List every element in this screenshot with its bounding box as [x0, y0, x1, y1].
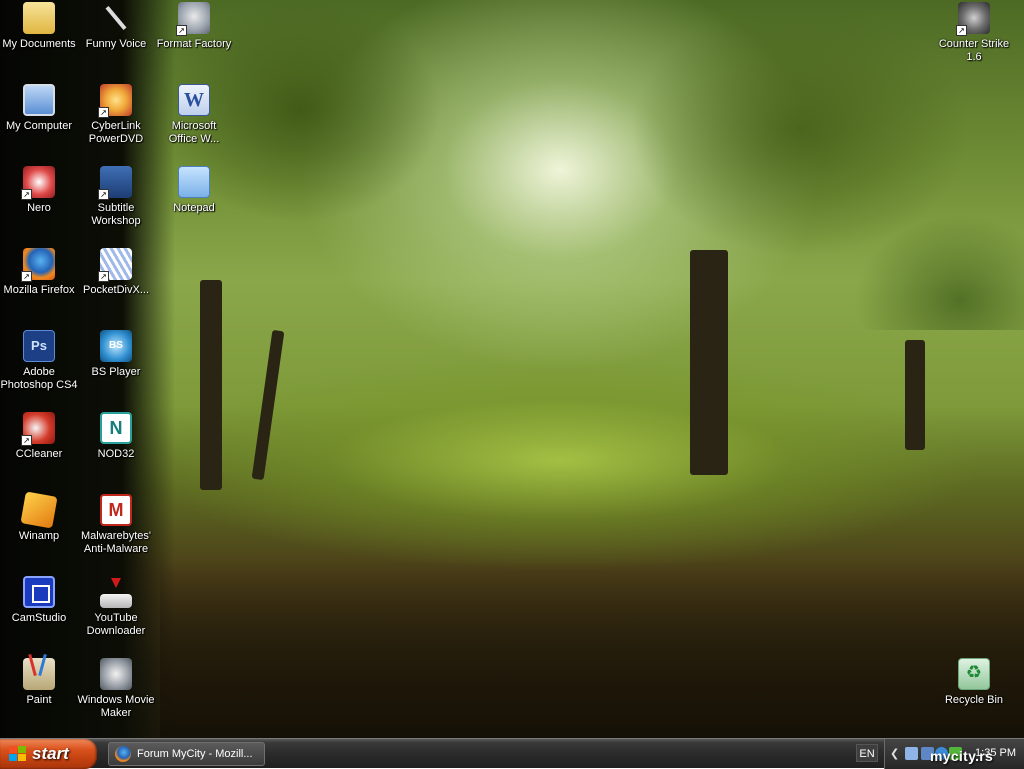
nero-icon: ↗ [21, 166, 55, 200]
desktop-icon-recycle-bin[interactable]: Recycle Bin [934, 658, 1014, 707]
icon-label: CamStudio [11, 612, 67, 624]
desktop-icon-funny-voice[interactable]: Funny Voice [76, 2, 156, 51]
counter-strike-icon: ↗ [956, 2, 990, 36]
word-icon: W [178, 84, 210, 116]
windows-logo-icon [9, 746, 27, 762]
icon-label: Counter Strike 1.6 [938, 38, 1010, 63]
desktop-icon-bs-player[interactable]: BS BS Player [76, 330, 156, 379]
shortcut-arrow-icon: ↗ [98, 271, 109, 282]
icon-label: BS Player [91, 366, 141, 378]
desktop-icon-mozilla-firefox[interactable]: ↗ Mozilla Firefox [0, 248, 79, 297]
desktop-icon-microsoft-office-word[interactable]: W Microsoft Office W... [154, 84, 234, 146]
desktop-icon-my-documents[interactable]: My Documents [0, 2, 79, 51]
icon-label: Recycle Bin [944, 694, 1004, 706]
icon-label: Adobe Photoshop CS4 [0, 366, 78, 391]
desktop-icon-ccleaner[interactable]: ↗ CCleaner [0, 412, 79, 461]
desktop-icon-adobe-photoshop[interactable]: Ps Adobe Photoshop CS4 [0, 330, 79, 392]
start-button[interactable]: start [0, 739, 97, 769]
shortcut-arrow-icon: ↗ [176, 25, 187, 36]
winamp-icon [20, 491, 58, 529]
shortcut-arrow-icon: ↗ [98, 107, 109, 118]
desktop-icon-cyberlink-powerdvd[interactable]: ↗ CyberLink PowerDVD [76, 84, 156, 146]
icon-label: Winamp [18, 530, 60, 542]
icon-label: CCleaner [15, 448, 63, 460]
ccleaner-icon: ↗ [21, 412, 55, 446]
shortcut-arrow-icon: ↗ [21, 271, 32, 282]
subtitle-workshop-icon: ↗ [98, 166, 132, 200]
shortcut-arrow-icon: ↗ [956, 25, 967, 36]
watermark-text: mycity.rs [930, 748, 994, 764]
start-label: start [32, 744, 69, 763]
icon-label: Microsoft Office W... [168, 120, 220, 145]
firefox-icon: ↗ [21, 248, 55, 282]
desktop-icon-youtube-downloader[interactable]: YouTube Downloader [76, 576, 156, 638]
wallpaper-tree-trunk [690, 250, 728, 475]
icon-label: Nero [27, 202, 51, 214]
shortcut-arrow-icon: ↗ [21, 189, 32, 200]
powerdvd-icon: ↗ [98, 84, 132, 118]
network-icon[interactable] [905, 747, 918, 760]
malwarebytes-icon: M [100, 494, 132, 526]
recycle-bin-icon [958, 658, 990, 690]
icon-label: Windows Movie Maker [77, 694, 155, 719]
shortcut-arrow-icon: ↗ [98, 189, 109, 200]
icon-label: PocketDivX... [82, 284, 150, 296]
computer-icon [23, 84, 55, 116]
icon-label: My Documents [2, 38, 76, 50]
icon-label: Paint [26, 694, 52, 706]
nod32-icon: N [100, 412, 132, 444]
show-hidden-icons-chevron-icon[interactable]: ❮ [890, 747, 899, 760]
bsplayer-icon: BS [100, 330, 132, 362]
icon-label: Notepad [173, 202, 215, 214]
desktop-icon-windows-movie-maker[interactable]: Windows Movie Maker [76, 658, 156, 720]
desktop-icon-nod32[interactable]: N NOD32 [76, 412, 156, 461]
firefox-icon [115, 746, 131, 762]
youtube-downloader-icon [100, 578, 132, 608]
icon-label: Mozilla Firefox [3, 284, 75, 296]
desktop-icon-pocketdivx[interactable]: ↗ PocketDivX... [76, 248, 156, 297]
shortcut-arrow-icon: ↗ [21, 435, 32, 446]
wallpaper-tree-trunk [251, 329, 285, 481]
wallpaper-tree-trunk [200, 280, 222, 490]
icon-label: Subtitle Workshop [91, 202, 141, 227]
icon-label: NOD32 [97, 448, 135, 460]
folder-icon [23, 2, 55, 34]
desktop-icon-notepad[interactable]: Notepad [154, 166, 234, 215]
wallpaper-foreground-shadow [160, 560, 1024, 738]
taskbar-button-firefox[interactable]: Forum MyCity - Mozill... [108, 742, 265, 766]
desktop-icon-counter-strike[interactable]: ↗ Counter Strike 1.6 [934, 2, 1014, 64]
desktop-icon-my-computer[interactable]: My Computer [0, 84, 79, 133]
pocketdivx-icon: ↗ [98, 248, 132, 282]
icon-label: YouTube Downloader [86, 612, 146, 637]
microphone-icon [100, 2, 132, 34]
movie-maker-icon [100, 658, 132, 690]
wallpaper-tree-trunk [905, 340, 925, 450]
language-indicator[interactable]: EN [856, 744, 878, 762]
desktop-icon-malwarebytes[interactable]: M Malwarebytes' Anti-Malware [76, 494, 156, 556]
desktop-icon-camstudio[interactable]: CamStudio [0, 576, 79, 625]
icon-label: Malwarebytes' Anti-Malware [81, 530, 151, 555]
desktop-icon-nero[interactable]: ↗ Nero [0, 166, 79, 215]
desktop-icon-subtitle-workshop[interactable]: ↗ Subtitle Workshop [76, 166, 156, 228]
icon-label: CyberLink PowerDVD [88, 120, 144, 145]
desktop-icon-format-factory[interactable]: ↗ Format Factory [154, 2, 234, 51]
icon-label: My Computer [5, 120, 73, 132]
desktop-icon-paint[interactable]: Paint [0, 658, 79, 707]
desktop-icon-winamp[interactable]: Winamp [0, 491, 79, 543]
taskbar: start Forum MyCity - Mozill... EN ❮ 1:35… [0, 738, 1024, 769]
icon-label: Funny Voice [85, 38, 147, 50]
notepad-icon [178, 166, 210, 198]
camstudio-icon [23, 576, 55, 608]
format-factory-icon: ↗ [176, 2, 210, 36]
paint-icon [23, 658, 55, 690]
taskbar-button-label: Forum MyCity - Mozill... [137, 748, 253, 760]
icon-label: Format Factory [156, 38, 232, 50]
photoshop-icon: Ps [23, 330, 55, 362]
